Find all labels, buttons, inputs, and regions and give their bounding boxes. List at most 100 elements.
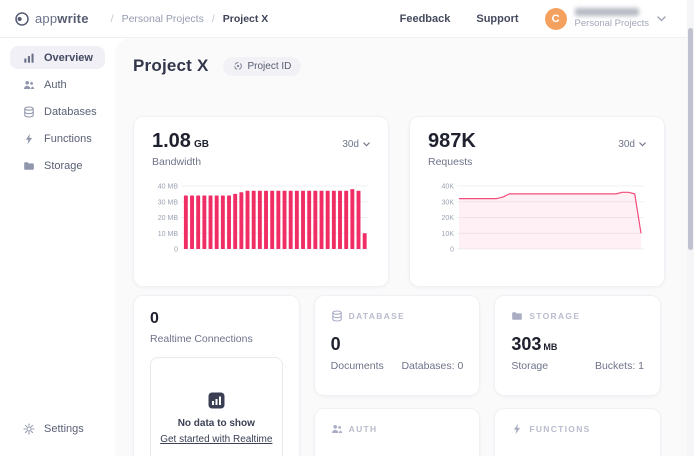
- storage-size: 303MB: [511, 334, 644, 355]
- requests-value: 987K: [428, 130, 476, 153]
- buckets-count: Buckets: 1: [595, 360, 644, 372]
- functions-card-title: FUNCTIONS: [529, 424, 590, 434]
- user-text: Personal Projects: [575, 8, 649, 29]
- svg-text:30K: 30K: [442, 199, 455, 206]
- appwrite-console-window: appwrite / Personal Projects / Project X…: [0, 0, 694, 456]
- storage-label: Storage: [511, 360, 548, 372]
- bar-chart-icon: [23, 52, 35, 64]
- sidebar-item-settings[interactable]: Settings: [10, 417, 105, 440]
- breadcrumb-separator: /: [212, 13, 215, 25]
- sidebar-item-storage[interactable]: Storage: [10, 154, 105, 177]
- storage-card: STORAGE 303MB Storage Buckets: 1: [494, 295, 661, 396]
- svg-text:0: 0: [174, 247, 178, 254]
- svg-text:0: 0: [450, 247, 454, 254]
- vertical-scrollbar: [687, 0, 694, 456]
- sidebar-item-overview[interactable]: Overview: [10, 46, 105, 69]
- main-content: Project X Project ID 1.08 GB 30d Bandwid…: [115, 38, 694, 456]
- requests-label: Requests: [428, 156, 646, 168]
- bandwidth-bar-chart: 40 MB 30 MB 20 MB 10 MB 0: [152, 179, 370, 257]
- no-data-text: No data to show: [178, 418, 255, 429]
- auth-card-title: AUTH: [349, 424, 378, 434]
- usage-charts-row: 1.08 GB 30d Bandwidth 40 MB 30 MB 20 MB 10 …: [133, 116, 661, 287]
- svg-text:20K: 20K: [442, 215, 455, 222]
- breadcrumb-project-x[interactable]: Project X: [223, 13, 269, 25]
- bandwidth-card: 1.08 GB 30d Bandwidth 40 MB 30 MB 20 MB 10 …: [133, 116, 389, 287]
- avatar: C: [545, 8, 567, 30]
- database-card-footer: Documents Databases: 0: [331, 360, 464, 372]
- sidebar-item-label: Databases: [44, 106, 97, 118]
- sidebar-item-label: Functions: [44, 133, 92, 145]
- sidebar-item-databases[interactable]: Databases: [10, 100, 105, 123]
- gear-icon: [23, 423, 35, 435]
- database-icon: [331, 310, 343, 322]
- sidebar-footer: Settings: [10, 417, 105, 444]
- storage-unit: MB: [543, 342, 557, 352]
- bandwidth-unit: GB: [194, 139, 209, 150]
- requests-card: 987K 30d Requests 40K 30K 20K 10K 0: [409, 116, 665, 287]
- bandwidth-value-row: 1.08 GB 30d: [152, 130, 370, 153]
- svg-text:10K: 10K: [442, 231, 455, 238]
- chevron-down-icon: [657, 16, 666, 22]
- users-icon: [23, 79, 35, 91]
- topbar-right: Feedback Support C Personal Projects: [400, 8, 680, 30]
- storage-card-header[interactable]: STORAGE: [511, 310, 644, 322]
- sidebar-item-label: Overview: [44, 52, 93, 64]
- scrollbar-thumb[interactable]: [688, 28, 693, 250]
- appwrite-logo[interactable]: appwrite: [14, 11, 89, 27]
- bandwidth-value: 1.08: [152, 130, 191, 153]
- user-organization: Personal Projects: [575, 18, 649, 29]
- get-started-realtime-link[interactable]: Get started with Realtime: [160, 434, 272, 445]
- auth-card: AUTH: [314, 408, 481, 456]
- database-card-header[interactable]: DATABASE: [331, 310, 464, 322]
- sidebar-item-auth[interactable]: Auth: [10, 73, 105, 96]
- realtime-connections-label: Realtime Connections: [150, 333, 283, 345]
- realtime-connections-count: 0: [150, 310, 283, 328]
- users-icon: [331, 423, 343, 435]
- svg-text:30 MB: 30 MB: [158, 199, 179, 206]
- chart-placeholder-icon: [208, 392, 225, 409]
- svg-text:20 MB: 20 MB: [158, 215, 179, 222]
- documents-count: 0: [331, 334, 464, 355]
- breadcrumb-personal-projects[interactable]: Personal Projects: [122, 13, 204, 25]
- fingerprint-icon: [233, 61, 243, 71]
- requests-period-select[interactable]: 30d: [618, 139, 646, 150]
- project-id-badge-label: Project ID: [248, 61, 292, 72]
- chevron-down-icon: [639, 142, 646, 147]
- requests-line-chart: 40K 30K 20K 10K 0: [428, 179, 646, 257]
- database-card: DATABASE 0 Documents Databases: 0: [314, 295, 481, 396]
- sidebar-item-label: Settings: [44, 423, 84, 435]
- svg-text:40K: 40K: [442, 184, 455, 191]
- functions-card-header[interactable]: FUNCTIONS: [511, 423, 644, 435]
- topbar: appwrite / Personal Projects / Project X…: [0, 0, 694, 38]
- sidebar-item-label: Storage: [44, 160, 83, 172]
- svg-text:10 MB: 10 MB: [158, 231, 179, 238]
- breadcrumb-separator: /: [111, 13, 114, 25]
- breadcrumb: / Personal Projects / Project X: [111, 13, 269, 25]
- sidebar-item-functions[interactable]: Functions: [10, 127, 105, 150]
- bandwidth-label: Bandwidth: [152, 156, 370, 168]
- svg-text:40 MB: 40 MB: [158, 184, 179, 191]
- auth-card-header[interactable]: AUTH: [331, 423, 464, 435]
- requests-value-row: 987K 30d: [428, 130, 646, 153]
- bandwidth-period-select[interactable]: 30d: [342, 139, 370, 150]
- database-card-title: DATABASE: [349, 311, 405, 321]
- folder-icon: [511, 310, 523, 322]
- sidebar-item-label: Auth: [44, 79, 67, 91]
- realtime-empty-state: No data to show Get started with Realtim…: [150, 357, 283, 456]
- page-title: Project X: [133, 56, 209, 76]
- appwrite-wordmark: appwrite: [35, 11, 89, 26]
- project-id-badge[interactable]: Project ID: [223, 57, 302, 76]
- services-grid: DATABASE 0 Documents Databases: 0 STORAG…: [133, 295, 661, 456]
- documents-label: Documents: [331, 360, 384, 372]
- feedback-link[interactable]: Feedback: [400, 13, 451, 25]
- user-name-blurred: [575, 8, 639, 16]
- user-menu[interactable]: C Personal Projects: [545, 8, 666, 30]
- appwrite-logo-icon: [14, 11, 30, 27]
- databases-count: Databases: 0: [401, 360, 463, 372]
- functions-card: FUNCTIONS: [494, 408, 661, 456]
- folder-icon: [23, 160, 35, 172]
- page-head: Project X Project ID: [133, 56, 661, 76]
- chevron-down-icon: [363, 142, 370, 147]
- support-link[interactable]: Support: [476, 13, 518, 25]
- lightning-icon: [23, 133, 35, 145]
